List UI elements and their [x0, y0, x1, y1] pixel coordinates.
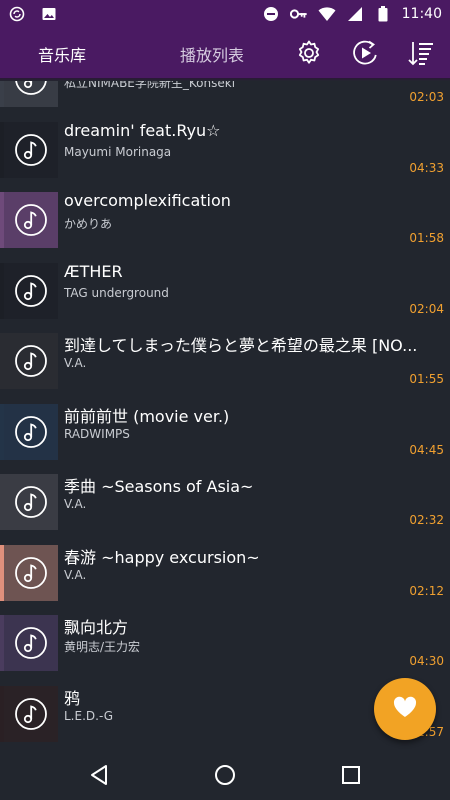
status-bar: 11:40 [0, 0, 450, 28]
track-artist: TAG underground [64, 285, 169, 300]
track-duration: 02:04 [409, 301, 444, 316]
track-title: 前前前世 (movie ver.) [64, 406, 230, 426]
music-note-icon [4, 685, 58, 742]
heart-icon [393, 696, 417, 722]
music-note-icon [4, 615, 58, 671]
music-note-icon [4, 333, 58, 389]
track-list[interactable]: 私立NIMABE学院新生_Konseki 02:03 dreamin' feat.R… [0, 78, 450, 750]
track-title: 飘向北方 [64, 618, 129, 637]
home-icon[interactable] [212, 762, 238, 788]
music-note-icon [4, 121, 58, 178]
signal-icon [346, 5, 364, 23]
track-artist: V.A. [64, 567, 87, 582]
track-title: 季曲 ~Seasons of Asia~ [64, 477, 254, 496]
track-artist: 黄明志/王力宏 [64, 640, 141, 654]
track-row[interactable]: dreamin' feat.Ryu☆ Mayumi Morinaga 04:33 [0, 114, 450, 185]
track-row[interactable]: 春游 ~happy excursion~ V.A. 02:12 [0, 537, 450, 608]
track-artist: V.A. [64, 356, 87, 370]
track-row[interactable]: 前前前世 (movie ver.) RADWIMPS 04:45 [0, 396, 450, 467]
back-icon[interactable] [86, 762, 112, 788]
music-note-icon [4, 544, 58, 601]
track-duration: 01:55 [409, 372, 444, 386]
track-title: 春游 ~happy excursion~ [64, 547, 260, 567]
image-icon [40, 5, 58, 23]
track-title: ÆTHER [64, 261, 123, 281]
track-title: 到達してしまった僕らと夢と希望の最之果 [NO... [64, 336, 418, 355]
tab-library[interactable]: 音乐库 [38, 42, 86, 66]
track-row[interactable]: overcomplexification かめりあ 01:58 [0, 184, 450, 255]
do-not-disturb-icon [262, 5, 280, 23]
track-artist: V.A. [64, 497, 87, 511]
wifi-icon [318, 5, 336, 23]
track-row[interactable]: 季曲 ~Seasons of Asia~ V.A. 02:32 [0, 466, 450, 537]
sync-icon [8, 5, 26, 23]
vpn-key-icon [289, 5, 308, 23]
track-title: overcomplexification [64, 191, 231, 210]
track-title: dreamin' feat.Ryu☆ [64, 120, 221, 140]
settings-icon[interactable] [294, 38, 324, 68]
track-row[interactable]: 飘向北方黄明志/王力宏 04:30 [0, 607, 450, 678]
track-artist: RADWIMPS [64, 426, 130, 441]
track-duration: 04:30 [409, 654, 444, 668]
music-note-icon [4, 262, 58, 319]
track-duration: 01:58 [409, 231, 444, 245]
track-duration: 04:33 [409, 160, 444, 175]
track-artist: Mayumi Morinaga [64, 144, 172, 159]
battery-icon [374, 5, 392, 23]
app-bar: 音乐库 播放列表 [0, 28, 450, 78]
app-bar-shadow [0, 78, 450, 81]
music-note-icon [4, 403, 58, 460]
music-note-icon [4, 78, 58, 107]
tab-playlist[interactable]: 播放列表 [180, 42, 244, 66]
track-duration: 02:32 [409, 513, 444, 527]
shuffle-play-icon[interactable] [350, 38, 380, 68]
track-artist: L.E.D.-G [64, 708, 114, 723]
track-row[interactable]: ÆTHER TAG underground 02:04 [0, 255, 450, 326]
track-duration: 02:12 [409, 583, 444, 598]
music-note-icon [4, 192, 58, 248]
status-time: 11:40 [401, 6, 442, 22]
sort-icon[interactable] [406, 38, 436, 68]
track-artist: かめりあ [64, 217, 113, 231]
nav-bar [0, 750, 450, 800]
track-row[interactable]: 私立NIMABE学院新生_Konseki 02:03 [0, 78, 450, 114]
track-row[interactable]: 到達してしまった僕らと夢と希望の最之果 [NO... V.A. 01:55 [0, 325, 450, 396]
track-duration: 04:45 [409, 442, 444, 457]
favorite-fab[interactable] [374, 678, 436, 740]
recents-icon[interactable] [338, 762, 364, 788]
music-note-icon [4, 474, 58, 530]
track-duration: 02:03 [409, 90, 444, 104]
